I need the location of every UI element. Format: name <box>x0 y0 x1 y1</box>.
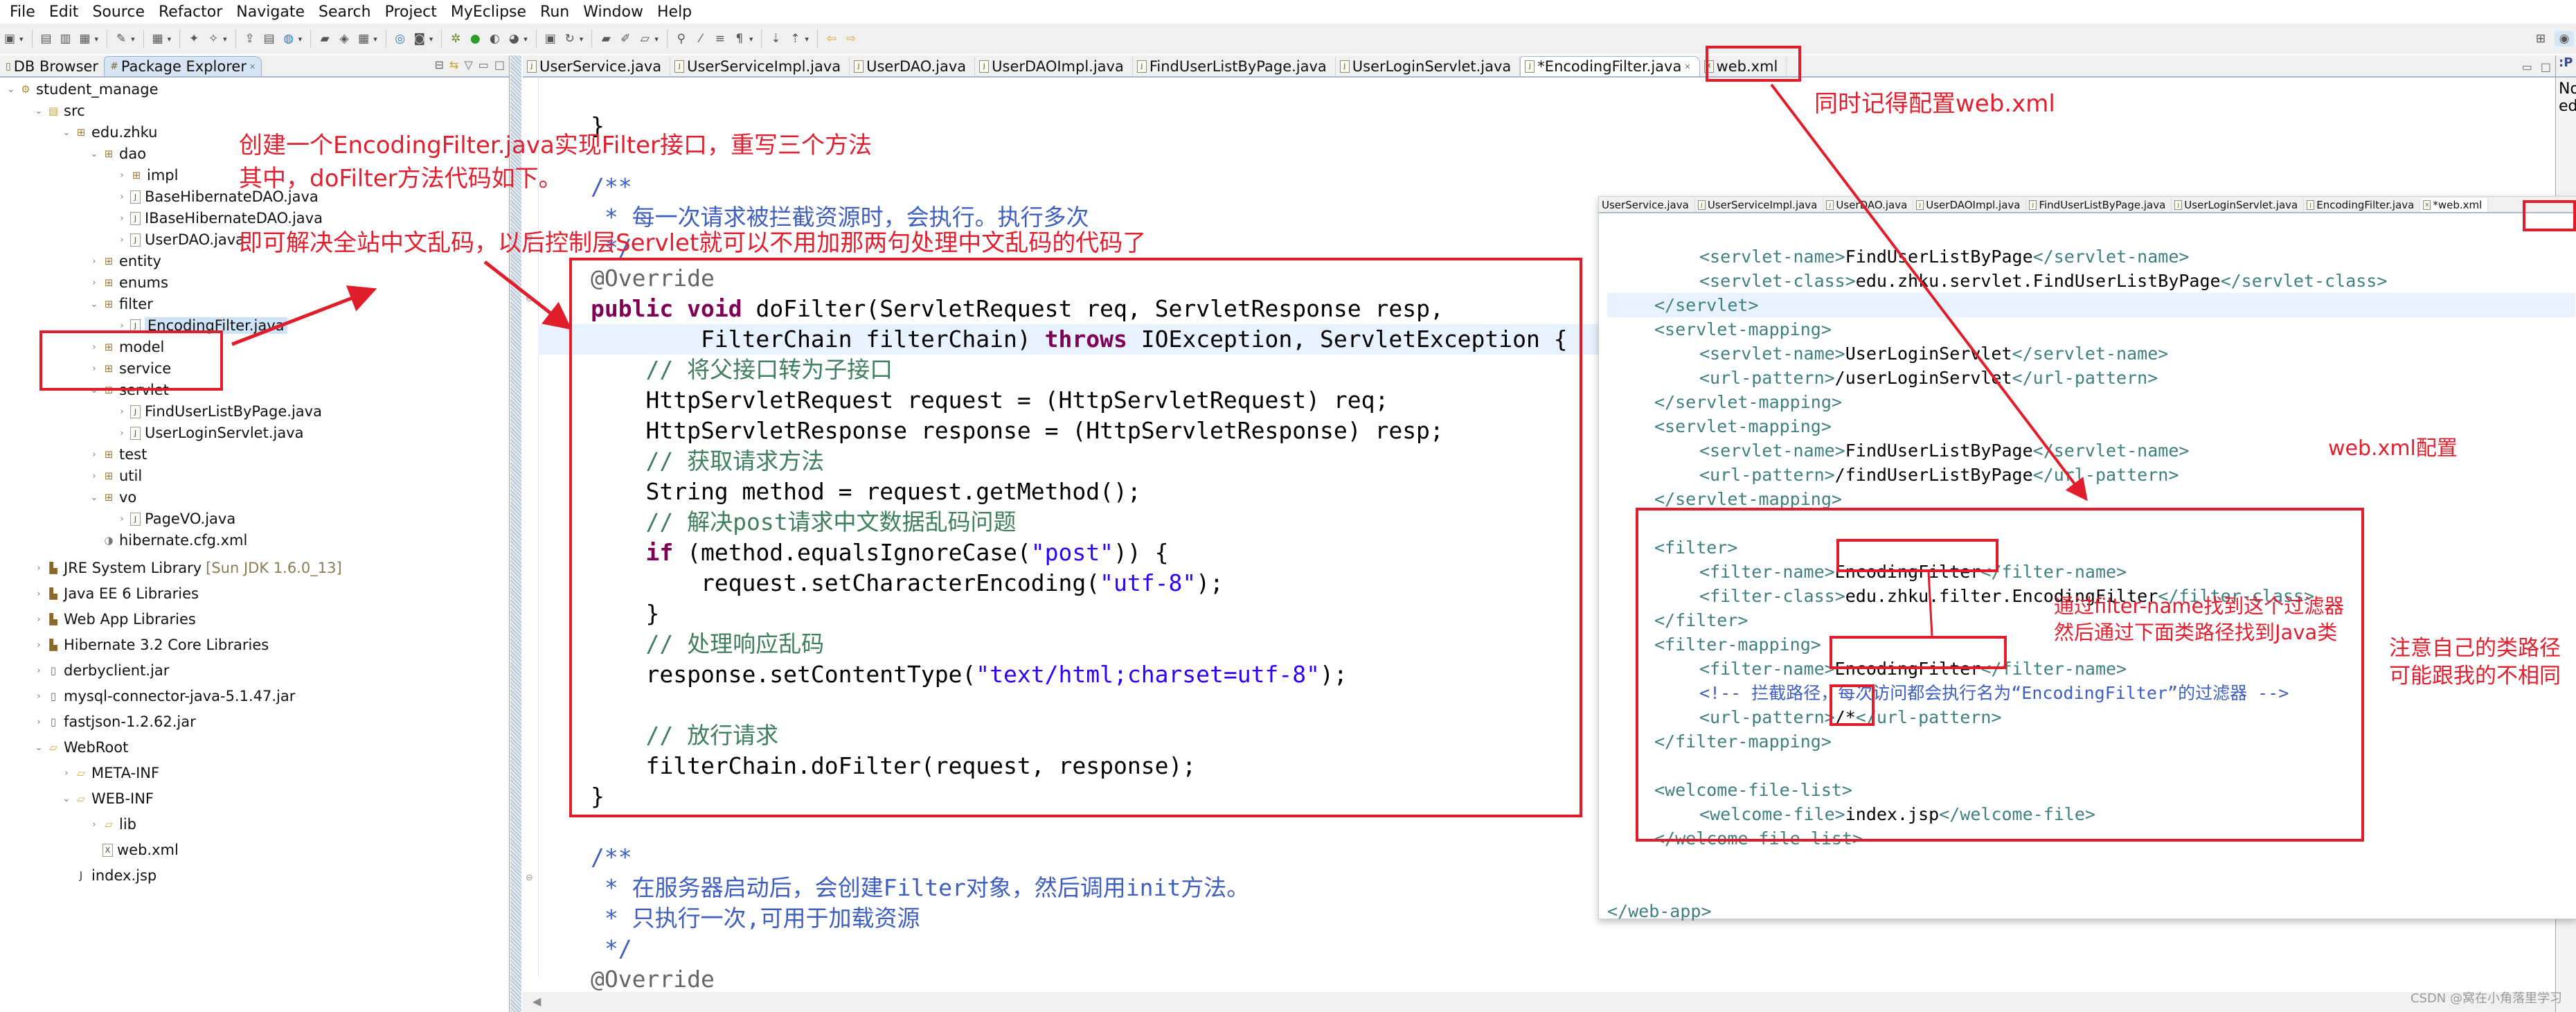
arrow-webxml-tab-to-config <box>1770 83 2088 501</box>
arrow-mapping-to-filter-name <box>1927 571 1933 637</box>
arrow-filter-to-note <box>231 285 377 346</box>
annotation-arrows <box>231 83 2088 637</box>
watermark: CSDN @窝在小角落里学习 <box>2410 991 2562 1006</box>
arrow-note-to-code <box>483 260 572 330</box>
